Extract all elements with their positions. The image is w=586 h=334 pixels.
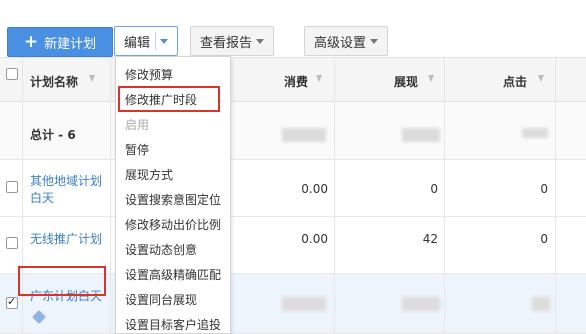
header-impressions[interactable]: 展现 [394, 73, 418, 90]
spend-value: 0.00 [301, 182, 328, 196]
chevron-down-icon [160, 39, 168, 44]
menu-item-dynamic-creative[interactable]: 设置动态创意 [125, 241, 197, 258]
row-checkbox-checked[interactable] [6, 295, 18, 309]
column-divider [110, 57, 111, 334]
plan-name-line2: 白天 [30, 191, 55, 205]
redacted-value [402, 128, 440, 142]
header-spend[interactable]: 消费 [284, 73, 308, 90]
view-report-label: 查看报告 [200, 35, 253, 51]
clicks-value: 0 [540, 232, 548, 246]
sort-icon[interactable] [538, 75, 544, 82]
row-checkbox[interactable] [6, 181, 18, 193]
menu-item-enable: 启用 [125, 118, 150, 132]
menu-item-search-intent[interactable]: 设置搜索意图定位 [125, 191, 221, 208]
total-label: 总计 - 6 [30, 128, 76, 142]
clicks-value: 0 [540, 182, 548, 196]
menu-item-retargeting[interactable]: 设置目标客户追投 [125, 316, 221, 333]
highlight-box-plan [18, 266, 106, 296]
column-divider [444, 57, 445, 334]
top-strip [0, 0, 586, 14]
plus-icon: + [23, 31, 39, 52]
impressions-value: 0 [430, 182, 438, 196]
plan-name-link[interactable]: 其他地域计划 白天 [30, 173, 102, 207]
chevron-down-icon [256, 39, 264, 44]
edit-label: 编辑 [124, 35, 151, 51]
highlight-box-menu [118, 86, 220, 112]
view-report-button[interactable]: 查看报告 [190, 26, 274, 56]
table-row[interactable]: 其他地域计划 白天 0.00 0 0 [0, 160, 586, 217]
select-all-checkbox[interactable] [6, 68, 18, 80]
sort-icon[interactable] [89, 75, 95, 82]
table-header: 计划名称 消费 展现 点击 [0, 57, 586, 102]
sort-icon[interactable] [428, 75, 434, 82]
plan-name-line1: 其他地域计划 [30, 174, 103, 188]
column-divider [334, 57, 335, 334]
menu-item-same-page-display[interactable]: 设置同台展现 [125, 291, 197, 308]
divider [155, 32, 156, 50]
column-divider [555, 57, 556, 334]
header-plan-name[interactable]: 计划名称 [30, 73, 78, 90]
menu-item-pause[interactable]: 暂停 [125, 141, 149, 158]
edit-dropdown-button[interactable]: 编辑 [114, 26, 178, 56]
menu-item-display-mode[interactable]: 展现方式 [125, 166, 173, 183]
spend-value: 0.00 [301, 232, 328, 246]
row-checkbox[interactable] [6, 237, 18, 249]
sort-icon[interactable] [316, 75, 322, 82]
advanced-settings-label: 高级设置 [314, 35, 367, 51]
redacted-value [282, 128, 326, 142]
new-plan-button[interactable]: + 新建计划 [7, 27, 113, 57]
chevron-down-icon [370, 39, 378, 44]
impressions-value: 42 [422, 232, 438, 246]
menu-item-modify-budget[interactable]: 修改预算 [125, 66, 173, 83]
redacted-value [522, 128, 548, 138]
plan-name-link[interactable]: 无线推广计划 [30, 231, 102, 248]
table-row-total: 总计 - 6 [0, 102, 586, 160]
redacted-value [402, 297, 440, 311]
header-clicks[interactable]: 点击 [503, 73, 527, 90]
redacted-value [532, 297, 550, 311]
tag-icon[interactable] [31, 309, 47, 325]
menu-item-advanced-exact-match[interactable]: 设置高级精确匹配 [125, 266, 221, 283]
advanced-settings-button[interactable]: 高级设置 [304, 26, 388, 56]
menu-item-mobile-bid-ratio[interactable]: 修改移动出价比例 [125, 216, 221, 233]
new-plan-label: 新建计划 [44, 36, 97, 52]
redacted-value [282, 297, 326, 311]
